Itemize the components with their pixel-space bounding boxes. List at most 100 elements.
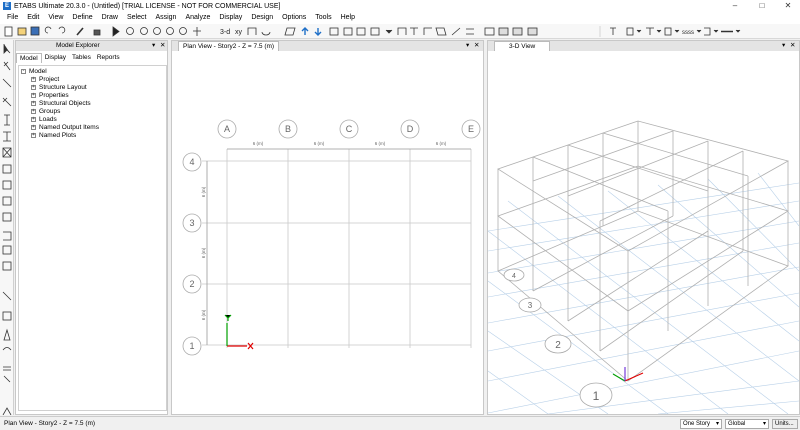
draw-section-cut-icon[interactable] bbox=[2, 245, 12, 255]
draw-slab-icon[interactable] bbox=[435, 27, 447, 36]
draw-beam-icon[interactable] bbox=[466, 28, 474, 35]
dropdown-arrow-icon[interactable] bbox=[656, 29, 662, 33]
zoom-rubber-band-icon[interactable] bbox=[126, 27, 134, 35]
view-elevation-icon[interactable] bbox=[247, 27, 257, 35]
pin-icon[interactable]: ▾ bbox=[782, 41, 785, 51]
draw-frame-icon[interactable] bbox=[397, 27, 407, 35]
tab-tables[interactable]: Tables bbox=[69, 53, 94, 63]
run-analysis-icon[interactable] bbox=[112, 26, 120, 37]
menu-assign[interactable]: Assign bbox=[151, 12, 181, 24]
zoom-in-icon[interactable] bbox=[153, 27, 161, 35]
select-object-icon[interactable] bbox=[343, 27, 353, 36]
dropdown-arrow-icon[interactable] bbox=[735, 29, 741, 33]
draw-developed-elevation-icon[interactable] bbox=[3, 366, 11, 371]
draw-reference-point-icon[interactable] bbox=[2, 291, 12, 301]
move-down-icon[interactable] bbox=[314, 28, 322, 36]
save-icon[interactable] bbox=[30, 26, 40, 36]
collapse-icon[interactable]: - bbox=[21, 68, 26, 74]
draw-floor-icon[interactable] bbox=[2, 164, 12, 174]
draw-wall-stack-icon[interactable] bbox=[3, 231, 12, 241]
expand-icon[interactable]: + bbox=[31, 124, 36, 130]
dropdown-arrow-icon[interactable] bbox=[385, 29, 393, 34]
tree-item-structure-layout[interactable]: + Structure Layout bbox=[31, 84, 87, 92]
minimize-icon[interactable]: – bbox=[722, 0, 748, 12]
move-up-icon[interactable] bbox=[301, 27, 309, 35]
zoom-previous-icon[interactable] bbox=[179, 27, 187, 35]
tree-item-named-plots[interactable]: + Named Plots bbox=[31, 132, 76, 140]
expand-icon[interactable]: + bbox=[31, 84, 36, 90]
draw-column-tool-icon[interactable] bbox=[4, 114, 10, 126]
set-display-icon[interactable] bbox=[356, 27, 366, 36]
snap-icon[interactable] bbox=[3, 375, 11, 383]
dimension-icon[interactable] bbox=[484, 27, 495, 36]
draw-wall-tool-icon[interactable] bbox=[2, 180, 12, 190]
coordinate-system-select[interactable]: Global ▾ bbox=[725, 419, 769, 429]
3d-view-title[interactable]: 3-D View bbox=[494, 41, 551, 51]
plan-view-window[interactable]: Plan View - Story2 - Z = 7.5 (m) ▾ ✕ A B… bbox=[171, 40, 484, 415]
pin-icon[interactable]: ▾ bbox=[466, 41, 469, 51]
plan-grid-canvas[interactable]: A B C D E 1 2 3 4 6 (m) 6 (m) 6 (m) 6 (m… bbox=[172, 51, 483, 414]
draw-dimension-icon[interactable] bbox=[2, 261, 12, 271]
draw-line-icon[interactable] bbox=[2, 97, 12, 107]
menu-help[interactable]: Help bbox=[337, 12, 360, 24]
plan-view-title[interactable]: Plan View - Story2 - Z = 7.5 (m) bbox=[178, 41, 280, 51]
dropdown-arrow-icon[interactable] bbox=[674, 29, 680, 33]
display-options-icon[interactable] bbox=[370, 27, 380, 36]
close-icon[interactable]: ✕ bbox=[775, 0, 800, 12]
tree-item-groups[interactable]: + Groups bbox=[31, 108, 60, 116]
pan-icon[interactable] bbox=[193, 27, 201, 36]
story-select[interactable]: One Story ▾ bbox=[680, 419, 722, 429]
draw-tendon-icon[interactable] bbox=[3, 328, 11, 341]
tree-item-structural-objects[interactable]: + Structural Objects bbox=[31, 100, 91, 108]
tree-item-loads[interactable]: + Loads bbox=[31, 116, 57, 124]
menu-file[interactable]: File bbox=[3, 12, 23, 24]
expand-icon[interactable]: + bbox=[31, 76, 36, 82]
column-section-icon[interactable] bbox=[664, 27, 672, 36]
close-icon[interactable]: ✕ bbox=[790, 41, 795, 51]
draw-brace-tool-icon[interactable] bbox=[2, 147, 12, 158]
open-icon[interactable] bbox=[17, 27, 27, 36]
new-model-icon[interactable] bbox=[4, 26, 13, 37]
zoom-out-icon[interactable] bbox=[166, 27, 174, 35]
draw-null-area-icon[interactable] bbox=[2, 212, 12, 222]
expand-icon[interactable]: + bbox=[31, 116, 36, 122]
draw-opening-icon[interactable] bbox=[2, 196, 12, 206]
dropdown-arrow-icon[interactable] bbox=[636, 29, 642, 33]
menu-design[interactable]: Design bbox=[247, 12, 278, 24]
redo-icon[interactable] bbox=[58, 26, 66, 34]
menu-view[interactable]: View bbox=[44, 12, 68, 24]
edit-pencil-icon[interactable] bbox=[76, 27, 84, 36]
member-forces-icon[interactable] bbox=[527, 27, 538, 36]
menu-display[interactable]: Display bbox=[215, 12, 247, 24]
object-shrink-icon[interactable] bbox=[329, 27, 339, 36]
menu-select[interactable]: Select bbox=[123, 12, 151, 24]
building-wireframe[interactable] bbox=[497, 120, 790, 382]
draw-wall-icon[interactable] bbox=[423, 27, 432, 35]
font-size-icon[interactable] bbox=[610, 27, 616, 35]
menu-define[interactable]: Define bbox=[68, 12, 97, 24]
show-tables-icon[interactable] bbox=[498, 27, 509, 36]
tree-item-properties[interactable]: + Properties bbox=[31, 92, 69, 100]
tab-display[interactable]: Display bbox=[42, 53, 69, 63]
close-icon[interactable]: ✕ bbox=[474, 41, 479, 51]
tab-reports[interactable]: Reports bbox=[94, 53, 123, 63]
frame-section-icon[interactable] bbox=[626, 27, 634, 36]
3d-canvas[interactable]: 1 2 3 4 bbox=[488, 51, 799, 414]
pointer-icon[interactable] bbox=[3, 44, 11, 54]
expand-icon[interactable]: + bbox=[31, 108, 36, 114]
lock-icon[interactable] bbox=[93, 29, 101, 36]
close-icon[interactable]: ✕ bbox=[160, 41, 165, 51]
tree-item-model[interactable]: - Model bbox=[21, 68, 47, 76]
dropdown-arrow-icon[interactable] bbox=[696, 29, 702, 33]
menu-draw[interactable]: Draw bbox=[98, 12, 123, 24]
view-plan-button[interactable]: xy bbox=[235, 29, 243, 36]
pin-icon[interactable]: ▾ bbox=[152, 41, 155, 51]
tree-item-project[interactable]: + Project bbox=[31, 76, 59, 84]
menu-tools[interactable]: Tools bbox=[311, 12, 336, 24]
deformed-shape-icon[interactable] bbox=[512, 27, 523, 36]
expand-icon[interactable]: + bbox=[31, 100, 36, 106]
3d-view-window[interactable]: 3-D View ▾ ✕ 1 2 3 4 bbox=[487, 40, 800, 415]
draw-link-icon[interactable] bbox=[2, 347, 12, 351]
view-3d-button[interactable]: 3-d bbox=[220, 29, 230, 36]
maximize-icon[interactable]: □ bbox=[749, 0, 775, 12]
